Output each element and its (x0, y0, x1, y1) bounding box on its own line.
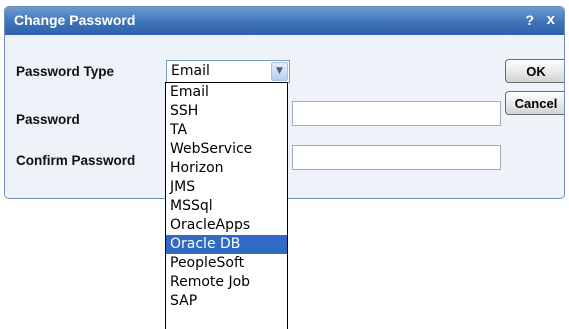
dropdown-option[interactable]: Horizon (166, 159, 287, 178)
password-type-dropdown-list[interactable]: Email SSH TA WebService Horizon JMS MSSql Oracl… (165, 82, 288, 329)
chevron-down-icon[interactable]: ▼ (271, 62, 288, 81)
dialog-title: Change Password (14, 12, 136, 28)
dropdown-option[interactable]: PeopleSoft (166, 254, 287, 273)
dropdown-option[interactable]: Oracle DB (166, 235, 287, 254)
password-type-label: Password Type (16, 64, 115, 79)
close-icon[interactable]: x (547, 11, 555, 28)
dropdown-option[interactable]: JMS (166, 178, 287, 197)
dropdown-option[interactable]: Remote Job (166, 273, 287, 292)
dropdown-option[interactable]: TA (166, 121, 287, 140)
password-input[interactable] (292, 101, 501, 126)
password-type-select[interactable]: Email ▼ (166, 60, 290, 83)
dropdown-option[interactable]: SSH (166, 102, 287, 121)
dropdown-option[interactable]: WebService (166, 140, 287, 159)
dialog-titlebar[interactable]: Change Password ? x (5, 7, 564, 35)
password-type-selected-value: Email (171, 63, 210, 79)
dropdown-option[interactable]: Email (166, 83, 287, 102)
help-icon[interactable]: ? (525, 12, 534, 28)
confirm-password-input[interactable] (292, 145, 501, 170)
password-label: Password (16, 112, 80, 127)
ok-button[interactable]: OK (505, 59, 564, 83)
dropdown-option[interactable]: OracleApps (166, 216, 287, 235)
confirm-password-label: Confirm Password (16, 153, 136, 168)
dropdown-option[interactable]: SAP (166, 292, 287, 311)
dropdown-option[interactable]: MSSql (166, 197, 287, 216)
cancel-button[interactable]: Cancel (505, 91, 564, 115)
